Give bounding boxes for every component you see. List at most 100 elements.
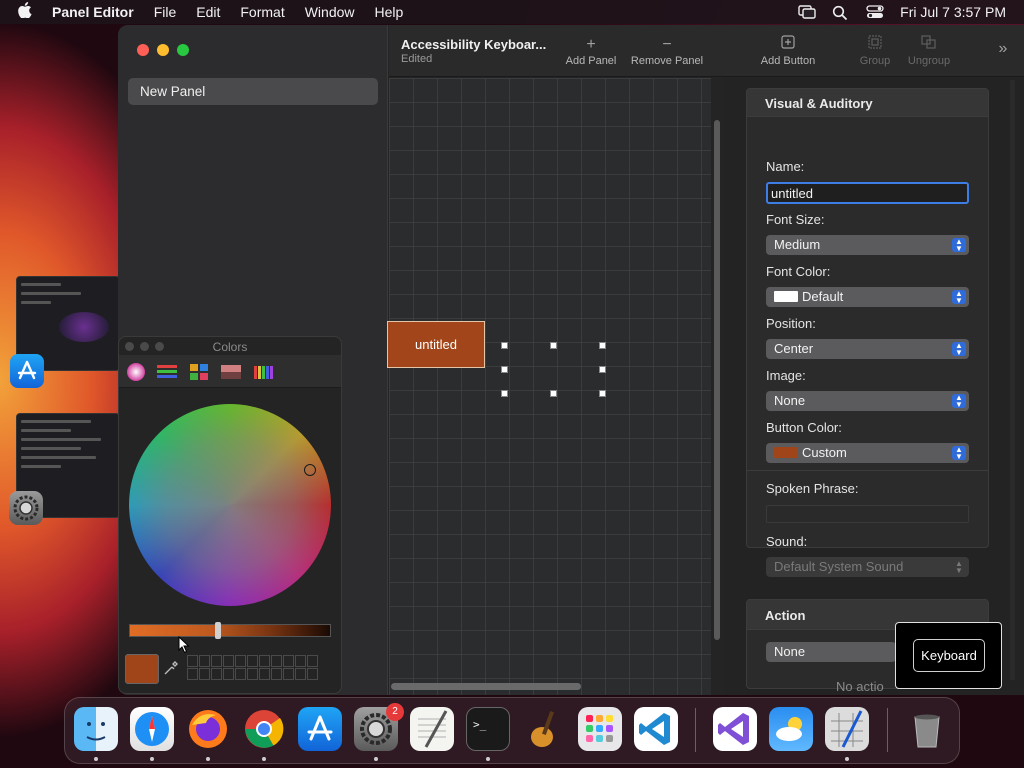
window-controls — [137, 44, 189, 56]
inspector-scrollbar[interactable] — [1010, 80, 1015, 680]
remove-panel-label: Remove Panel — [630, 55, 704, 67]
safari-icon[interactable] — [130, 707, 174, 751]
menu-file[interactable]: File — [154, 4, 177, 20]
canvas-vertical-scrollbar[interactable] — [714, 120, 720, 640]
chevron-up-down-icon: ▲ ▼ — [952, 290, 966, 305]
svg-text:>_: >_ — [473, 718, 487, 731]
running-indicator — [150, 757, 154, 761]
resize-handle[interactable] — [550, 342, 557, 349]
font-color-swatch — [774, 291, 798, 302]
brightness-slider[interactable] — [129, 624, 331, 637]
sound-popup[interactable]: Default System Sound ▲ ▼ — [766, 557, 969, 577]
resize-handle[interactable] — [599, 366, 606, 373]
keyboard-button[interactable]: Keyboard — [913, 639, 985, 672]
chevron-double-right-icon: » — [998, 40, 1008, 57]
add-panel-button[interactable]: + Add Panel — [561, 35, 621, 67]
add-button-button[interactable]: Add Button — [757, 35, 819, 67]
button-color-popup[interactable]: Custom ▲ ▼ — [766, 443, 969, 463]
ungroup-button[interactable]: Ungroup — [903, 35, 955, 67]
system-settings-icon[interactable] — [9, 491, 43, 525]
chevron-up-down-icon: ▲ ▼ — [955, 559, 963, 575]
control-center-icon[interactable] — [866, 5, 884, 19]
zoom-button[interactable] — [177, 44, 189, 56]
panel-button-untitled[interactable]: untitled — [387, 321, 485, 368]
close-button[interactable] — [137, 44, 149, 56]
visual-auditory-header: Visual & Auditory — [747, 89, 988, 117]
color-wheel[interactable] — [129, 404, 331, 606]
color-wheel-mode-icon[interactable] — [125, 362, 147, 382]
name-field[interactable]: untitled — [766, 182, 969, 204]
remove-panel-button[interactable]: − Remove Panel — [629, 35, 705, 67]
firefox-icon[interactable] — [186, 707, 230, 751]
panel-canvas[interactable] — [389, 78, 711, 695]
color-palettes-mode-icon[interactable] — [188, 362, 210, 382]
chevron-up-down-icon: ▲ ▼ — [952, 342, 966, 357]
toolbar-overflow-button[interactable]: » — [993, 39, 1013, 59]
position-label: Position: — [766, 316, 816, 331]
resize-handle[interactable] — [501, 342, 508, 349]
eyedropper-icon[interactable] — [163, 660, 179, 679]
font-size-label: Font Size: — [766, 212, 825, 227]
app-store-icon[interactable] — [298, 707, 342, 751]
font-size-value: Medium — [774, 237, 821, 252]
button-color-label: Button Color: — [766, 420, 842, 435]
ungroup-label: Ungroup — [907, 55, 951, 67]
panel-editor-icon[interactable] — [825, 707, 869, 751]
chevron-up-down-icon: ▲ ▼ — [952, 394, 966, 409]
sidebar-item-new-panel[interactable]: New Panel — [128, 78, 378, 105]
running-indicator — [845, 757, 849, 761]
brightness-slider-knob[interactable] — [215, 622, 221, 639]
app-menu[interactable]: Panel Editor — [52, 4, 134, 20]
menu-edit[interactable]: Edit — [196, 4, 220, 20]
running-indicator — [206, 757, 210, 761]
terminal-icon[interactable]: >_ — [466, 707, 510, 751]
textedit-icon[interactable] — [410, 707, 454, 751]
menu-window[interactable]: Window — [305, 4, 355, 20]
font-size-popup[interactable]: Medium ▲ ▼ — [766, 235, 969, 255]
visual-studio-icon[interactable] — [713, 707, 757, 751]
custom-color-swatches[interactable] — [187, 655, 318, 680]
finder-icon[interactable] — [74, 707, 118, 751]
crayons-mode-icon[interactable] — [252, 362, 274, 382]
divider — [746, 470, 989, 471]
weather-icon[interactable] — [769, 707, 813, 751]
plus-icon: + — [586, 36, 596, 53]
menu-clock[interactable]: Fri Jul 7 3:57 PM — [900, 4, 1006, 20]
group-button[interactable]: Group — [855, 35, 895, 67]
menu-help[interactable]: Help — [375, 4, 404, 20]
action-popup[interactable]: None — [766, 642, 896, 662]
chevron-up-down-icon: ▲ ▼ — [952, 238, 966, 253]
menu-bar: Panel Editor File Edit Format Window Hel… — [0, 0, 1024, 24]
menu-format[interactable]: Format — [240, 4, 284, 20]
garageband-icon[interactable] — [522, 707, 566, 751]
color-picker-crosshair[interactable] — [304, 464, 316, 476]
keyboard-popover: Keyboard — [895, 622, 1002, 689]
current-color-swatch[interactable] — [125, 654, 159, 684]
minimize-button[interactable] — [157, 44, 169, 56]
spoken-phrase-field[interactable] — [766, 505, 969, 523]
app-store-icon[interactable] — [10, 354, 44, 388]
resize-handle[interactable] — [501, 366, 508, 373]
canvas-horizontal-scrollbar[interactable] — [391, 683, 581, 690]
image-palettes-mode-icon[interactable] — [220, 362, 242, 382]
resize-handle[interactable] — [599, 342, 606, 349]
group-icon — [855, 35, 895, 55]
screen-mirroring-icon[interactable] — [798, 5, 816, 19]
resize-handle[interactable] — [599, 390, 606, 397]
image-popup[interactable]: None ▲ ▼ — [766, 391, 969, 411]
ungroup-icon — [903, 35, 955, 55]
resize-handle[interactable] — [550, 390, 557, 397]
running-indicator — [262, 757, 266, 761]
launchpad-icon[interactable] — [578, 707, 622, 751]
resize-handle[interactable] — [501, 390, 508, 397]
font-color-popup[interactable]: Default ▲ ▼ — [766, 287, 969, 307]
chrome-icon[interactable] — [242, 707, 286, 751]
position-value: Center — [774, 341, 814, 356]
spotlight-search-icon[interactable] — [832, 5, 850, 21]
running-indicator — [94, 757, 98, 761]
trash-icon[interactable] — [905, 707, 949, 751]
vscode-icon[interactable] — [634, 707, 678, 751]
color-sliders-mode-icon[interactable] — [156, 362, 178, 382]
position-popup[interactable]: Center ▲ ▼ — [766, 339, 969, 359]
apple-menu-icon[interactable] — [18, 1, 38, 23]
